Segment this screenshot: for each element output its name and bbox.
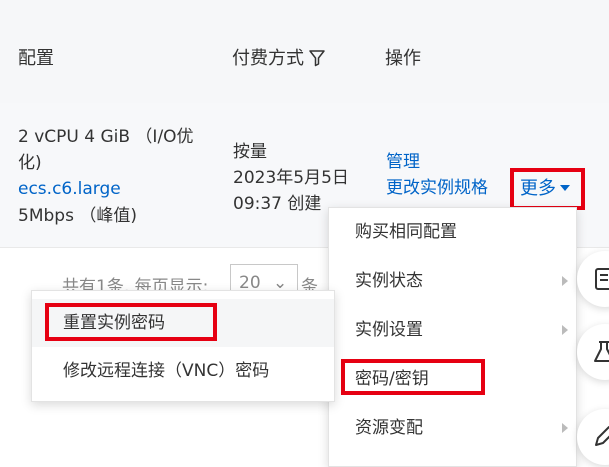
created-time: 09:37 创建: [233, 194, 322, 214]
chevron-right-icon: [562, 423, 568, 433]
spec-line-2: 化): [18, 153, 42, 173]
menu-item-label: 修改远程连接（VNC）密码: [63, 361, 270, 381]
column-header-actions: 操作: [385, 48, 421, 69]
fab-edit[interactable]: [577, 409, 609, 465]
change-spec-link[interactable]: 更改实例规格: [386, 175, 488, 201]
menu-item-label: 实例状态: [355, 271, 423, 291]
instance-type-link[interactable]: ecs.c6.large: [18, 176, 121, 202]
billing-method: 按量: [233, 142, 267, 162]
caret-down-icon: [560, 185, 570, 191]
fab-clipboard[interactable]: [577, 251, 609, 307]
column-header-billing-label: 付费方式: [232, 48, 304, 69]
chevron-right-icon: [562, 276, 568, 286]
more-dropdown-menu: 购买相同配置 实例状态 实例设置 密码/密钥 资源变配: [328, 207, 577, 467]
created-date: 2023年5月5日: [233, 168, 349, 188]
menu-item-buy-same-config[interactable]: 购买相同配置: [329, 208, 576, 256]
column-header-config: 配置: [18, 48, 54, 69]
highlight-password-key: [341, 359, 485, 395]
more-button[interactable]: 更多: [510, 168, 585, 210]
menu-item-instance-settings[interactable]: 实例设置: [329, 306, 576, 354]
menu-item-change-vnc-password[interactable]: 修改远程连接（VNC）密码: [32, 347, 334, 395]
filter-icon[interactable]: [308, 49, 326, 72]
chevron-right-icon: [562, 325, 568, 335]
fab-flask[interactable]: [577, 324, 609, 380]
menu-item-instance-status[interactable]: 实例状态: [329, 257, 576, 305]
menu-item-label: 购买相同配置: [355, 222, 457, 242]
more-button-label: 更多: [520, 178, 556, 199]
clipboard-icon: [595, 268, 609, 290]
column-header-billing: 付费方式: [232, 44, 326, 72]
edit-icon: [595, 426, 609, 446]
menu-item-label: 实例设置: [355, 320, 423, 340]
bandwidth-text: 5Mbps （峰值): [18, 206, 137, 226]
manage-link[interactable]: 管理: [386, 149, 420, 175]
menu-item-label: 资源变配: [355, 418, 423, 438]
spec-line-1: 2 vCPU 4 GiB （I/O优: [18, 127, 194, 147]
highlight-reset-password: [45, 303, 217, 341]
flask-icon: [594, 341, 609, 362]
table-header: 配置 付费方式 操作: [0, 0, 609, 103]
menu-item-resource-change[interactable]: 资源变配: [329, 404, 576, 452]
